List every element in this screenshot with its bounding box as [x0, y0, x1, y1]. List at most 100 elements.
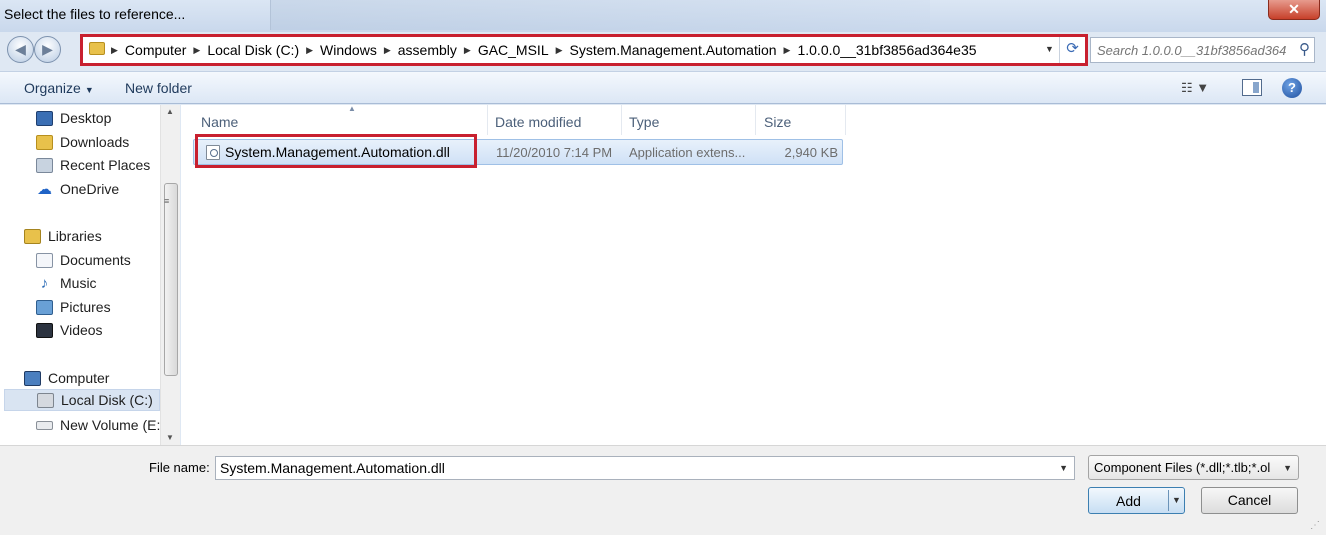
column-header-label: Name — [201, 114, 239, 130]
breadcrumb-system-management-automation[interactable]: System.Management.Automation — [563, 42, 784, 58]
breadcrumb-separator[interactable]: ▶ — [784, 45, 791, 56]
add-button[interactable]: Add ▼ — [1088, 487, 1185, 514]
file-type-filter-select[interactable]: Component Files (*.dll;*.tlb;*.ol ▼ — [1088, 455, 1299, 480]
new-folder-button[interactable]: New folder — [125, 80, 192, 96]
help-icon[interactable]: ? — [1282, 78, 1302, 98]
breadcrumb-separator[interactable]: ▶ — [556, 45, 563, 56]
add-options-dropdown-icon[interactable]: ▼ — [1172, 495, 1181, 505]
sidebar-item-label: Videos — [60, 322, 103, 338]
sidebar-item-music[interactable]: ♪ Music — [36, 272, 97, 294]
add-button-label: Add — [1116, 493, 1141, 509]
forward-button[interactable]: ▶ — [34, 36, 61, 63]
chevron-down-icon[interactable]: ▼ — [1059, 463, 1068, 473]
sidebar-item-label: New Volume (E:) — [60, 417, 166, 433]
title-bar: Select the files to reference... ✕ — [0, 0, 1326, 32]
column-header-type[interactable]: Type — [621, 105, 756, 135]
file-name-label: File name: — [149, 460, 210, 475]
breadcrumb-separator[interactable]: ▶ — [464, 45, 471, 56]
file-name-combobox[interactable]: ▼ — [215, 456, 1075, 480]
sidebar-item-libraries[interactable]: Libraries — [24, 225, 102, 247]
sidebar-item-desktop[interactable]: Desktop — [36, 107, 111, 129]
column-header-size[interactable]: Size — [756, 105, 846, 135]
sidebar-item-label: Documents — [60, 252, 131, 268]
scroll-up-icon[interactable]: ▲ — [166, 107, 174, 116]
file-name-input[interactable] — [216, 457, 1046, 479]
sidebar-item-label: Computer — [48, 370, 110, 386]
chevron-down-icon: ▼ — [1283, 463, 1292, 473]
onedrive-icon: ☁ — [37, 180, 52, 198]
libraries-icon — [24, 228, 41, 244]
chevron-down-icon: ▼ — [84, 85, 94, 95]
sidebar-item-pictures[interactable]: Pictures — [36, 296, 111, 318]
scrollbar-grip-icon: ≡ — [164, 196, 170, 206]
sidebar-item-recent-places[interactable]: Recent Places — [36, 154, 150, 176]
pictures-icon — [36, 299, 53, 315]
breadcrumb-separator[interactable]: ▶ — [193, 45, 200, 56]
close-button[interactable]: ✕ — [1268, 0, 1320, 20]
sidebar-item-downloads[interactable]: Downloads — [36, 131, 129, 153]
scrollbar-thumb[interactable] — [164, 183, 178, 376]
sidebar-item-label: Local Disk (C:) — [61, 392, 153, 408]
column-header-name[interactable]: ▲ Name — [193, 104, 488, 135]
local-disk-icon — [37, 392, 54, 408]
organize-label: Organize — [24, 80, 81, 96]
music-icon: ♪ — [40, 274, 49, 292]
sidebar-item-label: Pictures — [60, 299, 111, 315]
organize-button[interactable]: Organize ▼ — [24, 80, 94, 96]
breadcrumb-local-disk[interactable]: Local Disk (C:) — [200, 42, 306, 58]
file-list: ▲ Name Date modified Type Size System.Ma… — [181, 104, 1326, 445]
breadcrumb-windows[interactable]: Windows — [313, 42, 384, 58]
cancel-button[interactable]: Cancel — [1201, 487, 1298, 514]
sidebar-item-label: Downloads — [60, 134, 130, 150]
sidebar-item-label: Recent Places — [60, 157, 151, 173]
videos-icon — [36, 322, 53, 338]
address-dropdown-icon[interactable]: ▼ — [1045, 44, 1054, 54]
computer-icon — [24, 370, 41, 386]
sidebar-item-onedrive[interactable]: ☁ OneDrive — [36, 178, 119, 200]
documents-icon — [36, 252, 53, 268]
preview-pane-icon[interactable] — [1242, 79, 1262, 96]
breadcrumb-separator[interactable]: ▶ — [111, 45, 118, 56]
size-cell: 2,940 KB — [784, 145, 839, 160]
sidebar-item-label: Desktop — [60, 110, 112, 126]
search-box[interactable]: ⚲ — [1090, 37, 1315, 63]
sidebar-item-label: Libraries — [48, 228, 102, 244]
background-window-ghost — [270, 0, 930, 30]
resize-grip-icon[interactable]: ⋰ — [1310, 520, 1320, 531]
sidebar-item-label: OneDrive — [60, 181, 120, 197]
sidebar-item-new-volume[interactable]: New Volume (E:) — [36, 414, 165, 436]
breadcrumb-gac-msil[interactable]: GAC_MSIL — [471, 42, 556, 58]
highlight-box — [195, 134, 477, 168]
dialog-footer: File name: ▼ Component Files (*.dll;*.tl… — [0, 445, 1326, 535]
navigation-pane-scrollbar[interactable]: ▲ ≡ ▼ — [160, 105, 180, 445]
date-modified-cell: 11/20/2010 7:14 PM — [496, 145, 613, 160]
breadcrumb: ▶ Computer ▶ Local Disk (C:) ▶ Windows ▶… — [111, 37, 984, 63]
downloads-icon — [36, 134, 53, 150]
navigation-pane: Desktop Downloads Recent Places ☁ OneDri… — [0, 105, 180, 445]
breadcrumb-separator[interactable]: ▶ — [384, 45, 391, 56]
navigation-bar: ◀ ▶ ▶ Computer ▶ Local Disk (C:) ▶ Windo… — [0, 32, 1326, 68]
breadcrumb-separator[interactable]: ▶ — [306, 45, 313, 56]
sidebar-item-videos[interactable]: Videos — [36, 319, 103, 341]
breadcrumb-computer[interactable]: Computer — [118, 42, 193, 58]
address-bar[interactable]: ▶ Computer ▶ Local Disk (C:) ▶ Windows ▶… — [80, 34, 1088, 66]
sidebar-item-documents[interactable]: Documents — [36, 249, 131, 271]
search-icon[interactable]: ⚲ — [1299, 40, 1310, 58]
breadcrumb-version-folder[interactable]: 1.0.0.0__31bf3856ad364e35 — [790, 42, 983, 58]
sidebar-item-local-disk[interactable]: Local Disk (C:) — [4, 389, 160, 411]
desktop-icon — [36, 110, 53, 126]
sidebar-item-computer[interactable]: Computer — [24, 367, 109, 389]
breadcrumb-assembly[interactable]: assembly — [391, 42, 464, 58]
refresh-icon[interactable]: ⟳ — [1059, 37, 1085, 63]
recent-places-icon — [36, 157, 53, 173]
folder-icon — [89, 42, 105, 55]
column-header-date-modified[interactable]: Date modified — [487, 105, 622, 135]
sidebar-item-label: Music — [60, 275, 97, 291]
search-input[interactable] — [1091, 38, 1286, 62]
command-bar: Organize ▼ New folder ☷ ▼ ? — [0, 71, 1326, 104]
sort-ascending-icon: ▲ — [348, 104, 356, 113]
back-button[interactable]: ◀ — [7, 36, 34, 63]
window-title: Select the files to reference... — [4, 6, 186, 22]
scroll-down-icon[interactable]: ▼ — [166, 433, 174, 442]
view-options-icon[interactable]: ☷ ▼ — [1181, 80, 1209, 96]
